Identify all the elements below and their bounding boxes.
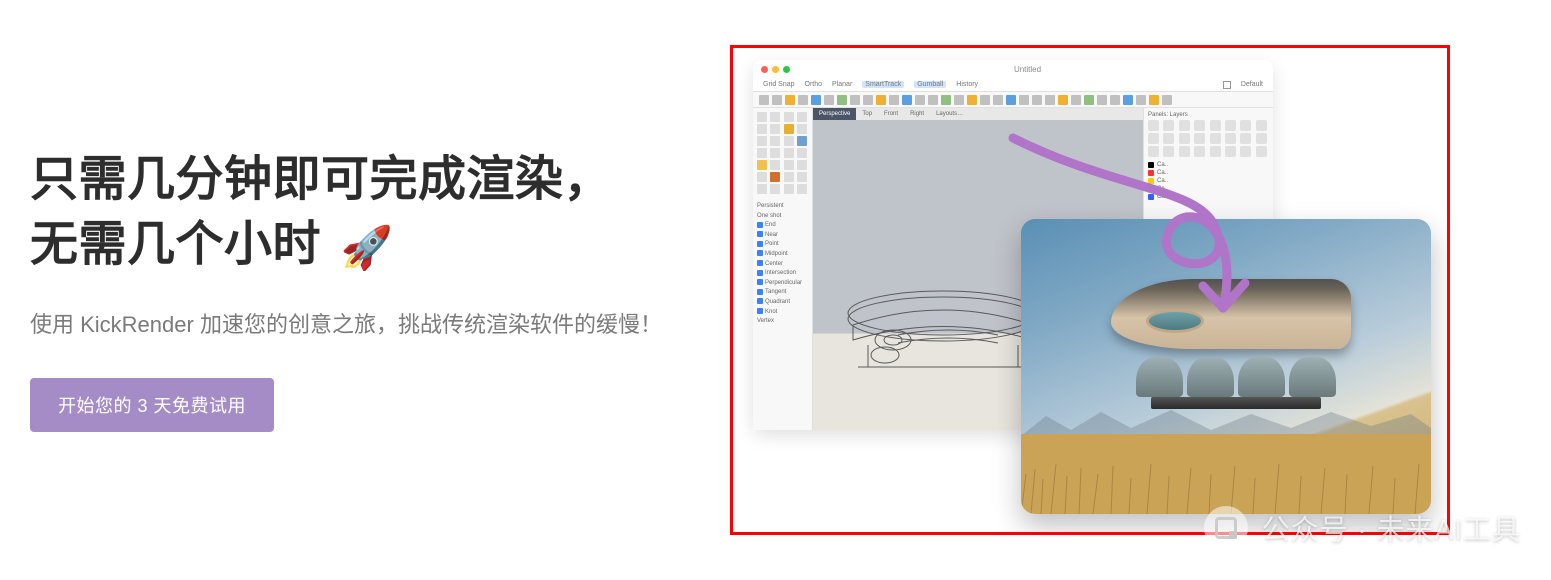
rocket-icon: 🚀 xyxy=(341,220,394,277)
hero-heading: 只需几分钟即可完成渲染， 无需几个小时 🚀 xyxy=(30,148,690,278)
app-titlebar: Untitled xyxy=(753,60,1273,78)
opt-item: Tangent xyxy=(765,289,786,295)
snap-options: Persistent One shot End Near Point Midpo… xyxy=(753,198,812,331)
opt-item: Knot xyxy=(765,309,777,315)
opt-item: One shot xyxy=(757,212,808,222)
minimize-dot-icon xyxy=(772,66,779,73)
app-title: Untitled xyxy=(790,65,1265,74)
toprow-item: SmartTrack xyxy=(862,81,904,88)
app-left-panel: Persistent One shot End Near Point Midpo… xyxy=(753,108,813,430)
zoom-dot-icon xyxy=(783,66,790,73)
cta-button[interactable]: 开始您的 3 天免费试用 xyxy=(30,378,274,432)
hero-subheading: 使用 KickRender 加速您的创意之旅，挑战传统渲染软件的缓慢！ xyxy=(30,306,670,345)
layer-row: Ca.. xyxy=(1148,161,1269,169)
opt-item: Center xyxy=(765,261,783,267)
fill-swatch-icon xyxy=(1223,81,1231,89)
right-icon-grid xyxy=(1148,120,1269,157)
app-toolbar xyxy=(753,92,1273,108)
layer-row: Ca.. xyxy=(1148,193,1269,201)
layers-list: Ca.. Ca.. Ca.. Ca.. Ca.. xyxy=(1148,161,1269,201)
close-dot-icon xyxy=(761,66,768,73)
hero-left: 只需几分钟即可完成渲染， 无需几个小时 🚀 使用 KickRender 加速您的… xyxy=(30,148,730,432)
toprow-item: Default xyxy=(1241,81,1263,88)
toprow-item: Grid Snap xyxy=(763,81,795,88)
opt-item: Perpendicular xyxy=(765,280,802,286)
traffic-lights xyxy=(761,66,790,73)
viewport-tab: Top xyxy=(856,108,878,120)
grass-icon xyxy=(1021,434,1431,514)
right-panel-title: Panels: Layers xyxy=(1148,112,1269,118)
opt-item: Intersection xyxy=(765,270,796,276)
opt-item: Midpoint xyxy=(765,251,788,257)
watermark: 公众号 · 未来AI工具 xyxy=(1204,506,1521,550)
heading-line2-wrap: 无需几个小时 🚀 xyxy=(30,213,690,278)
toprow-item: Gumball xyxy=(914,81,946,88)
toprow-item: Planar xyxy=(832,81,852,88)
layer-row: Ca.. xyxy=(1148,185,1269,193)
mountains-icon xyxy=(1021,406,1431,436)
toprow-item: History xyxy=(956,81,978,88)
opt-item: Persistent xyxy=(757,202,808,212)
viewport-tabs: Perspective Top Front Right Layouts… xyxy=(813,108,1143,120)
layer-row: Ca.. xyxy=(1148,169,1269,177)
wechat-icon xyxy=(1204,506,1248,550)
viewport-tab: Layouts… xyxy=(930,108,969,120)
viewport-tab: Front xyxy=(878,108,904,120)
toprow-item: Ortho xyxy=(805,81,823,88)
watermark-text: 公众号 · 未来AI工具 xyxy=(1262,508,1521,548)
rendered-building-icon xyxy=(1091,279,1371,409)
heading-line1: 只需几分钟即可完成渲染， xyxy=(30,153,612,206)
app-toprow: Grid Snap Ortho Planar SmartTrack Gumbal… xyxy=(753,78,1273,92)
layer-row: Ca.. xyxy=(1148,177,1269,185)
opt-item: Point xyxy=(765,241,779,247)
heading-line2: 无需几个小时 xyxy=(30,218,321,271)
opt-item: Near xyxy=(765,232,778,238)
viewport-tab: Perspective xyxy=(813,108,856,120)
wireframe-model-icon xyxy=(838,285,1048,380)
opt-item: Quadrant xyxy=(765,299,790,305)
opt-item: Vertex xyxy=(757,317,808,327)
viewport-tab: Right xyxy=(904,108,930,120)
opt-item: End xyxy=(765,222,776,228)
render-output-image xyxy=(1021,219,1431,514)
hero-image: Untitled Grid Snap Ortho Planar SmartTra… xyxy=(730,45,1450,535)
tool-grid xyxy=(753,108,812,198)
